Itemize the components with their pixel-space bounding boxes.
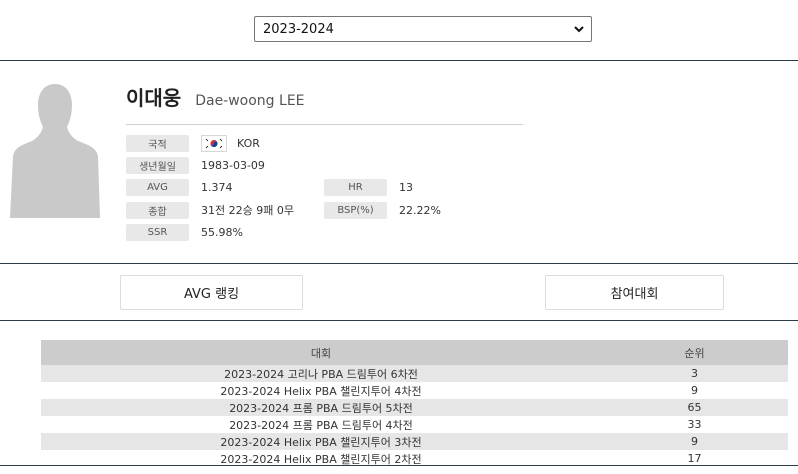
label-birth: 생년월일 xyxy=(126,156,189,174)
season-select-wrap: 2023-2024 xyxy=(254,16,592,42)
player-name-en: Dae-woong LEE xyxy=(195,93,305,109)
value-bsp: 22.22% xyxy=(399,203,441,217)
header-event: 대회 xyxy=(310,346,332,360)
info-avg: AVG 1.374 xyxy=(126,177,233,197)
divider-lower xyxy=(0,320,798,321)
table-row: 2023-2024 프롬 PBA 드림투어 5차전 65 xyxy=(41,399,788,416)
divider-middle xyxy=(0,263,798,264)
label-bsp: BSP(%) xyxy=(324,201,387,219)
table-row: 2023-2024 Helix PBA 챌린지투어 3차전 9 xyxy=(41,433,788,450)
silhouette-icon xyxy=(10,84,100,218)
table-row: 2023-2024 Helix PBA 챌린지투어 4차전 9 xyxy=(41,382,788,399)
player-name: 이대웅 Dae-woong LEE xyxy=(126,82,305,111)
info-bsp: BSP(%) 22.22% xyxy=(324,200,441,220)
chevron-down-icon xyxy=(573,23,585,35)
table-header: 대회 순위 xyxy=(41,340,788,365)
korea-flag-icon xyxy=(201,134,227,152)
season-select[interactable]: 2023-2024 xyxy=(254,16,592,42)
header-rank: 순위 xyxy=(684,346,705,360)
cell-event: 2023-2024 Helix PBA 챌린지투어 3차전 xyxy=(220,435,422,449)
cell-event: 2023-2024 고리나 PBA 드림투어 6차전 xyxy=(224,367,418,381)
table-row: 2023-2024 고리나 PBA 드림투어 6차전 3 xyxy=(41,365,788,382)
cell-rank: 33 xyxy=(687,418,702,431)
info-record: 종합 31전 22승 9패 0무 xyxy=(126,200,294,220)
info-ssr: SSR 55.98% xyxy=(126,222,243,242)
divider-bottom xyxy=(0,465,798,466)
name-divider xyxy=(126,124,523,125)
label-ssr: SSR xyxy=(126,223,189,241)
info-hr: HR 13 xyxy=(324,177,413,197)
value-birth: 1983-03-09 xyxy=(201,158,265,172)
avg-ranking-button[interactable]: AVG 랭킹 xyxy=(120,275,303,310)
label-hr: HR xyxy=(324,178,387,196)
cell-event: 2023-2024 프롬 PBA 드림투어 5차전 xyxy=(229,401,413,415)
cell-rank: 65 xyxy=(687,401,702,414)
cell-rank: 3 xyxy=(691,367,698,380)
cell-event: 2023-2024 프롬 PBA 드림투어 4차전 xyxy=(229,418,413,432)
info-nationality: 국적 KOR xyxy=(126,133,260,153)
label-nationality: 국적 xyxy=(126,134,189,152)
value-record: 31전 22승 9패 0무 xyxy=(201,204,294,217)
cell-rank: 9 xyxy=(691,384,698,397)
cell-event: 2023-2024 Helix PBA 챌린지투어 4차전 xyxy=(220,384,422,398)
table-row: 2023-2024 프롬 PBA 드림투어 4차전 33 xyxy=(41,416,788,433)
label-avg: AVG xyxy=(126,178,189,196)
tournaments-button[interactable]: 참여대회 xyxy=(545,275,724,310)
value-avg: 1.374 xyxy=(201,180,233,194)
divider-top xyxy=(0,60,798,61)
player-name-ko: 이대웅 xyxy=(126,86,182,110)
info-birth: 생년월일 1983-03-09 xyxy=(126,155,265,175)
value-ssr: 55.98% xyxy=(201,225,243,239)
cell-rank: 9 xyxy=(691,435,698,448)
cell-rank: 17 xyxy=(687,452,702,465)
value-hr: 13 xyxy=(399,180,413,194)
tournament-table: 대회 순위 2023-2024 고리나 PBA 드림투어 6차전 3 2023-… xyxy=(41,340,788,467)
label-record: 종합 xyxy=(126,201,189,219)
value-nationality: KOR xyxy=(237,136,260,150)
profile-photo xyxy=(10,84,100,218)
season-select-value: 2023-2024 xyxy=(263,21,334,37)
